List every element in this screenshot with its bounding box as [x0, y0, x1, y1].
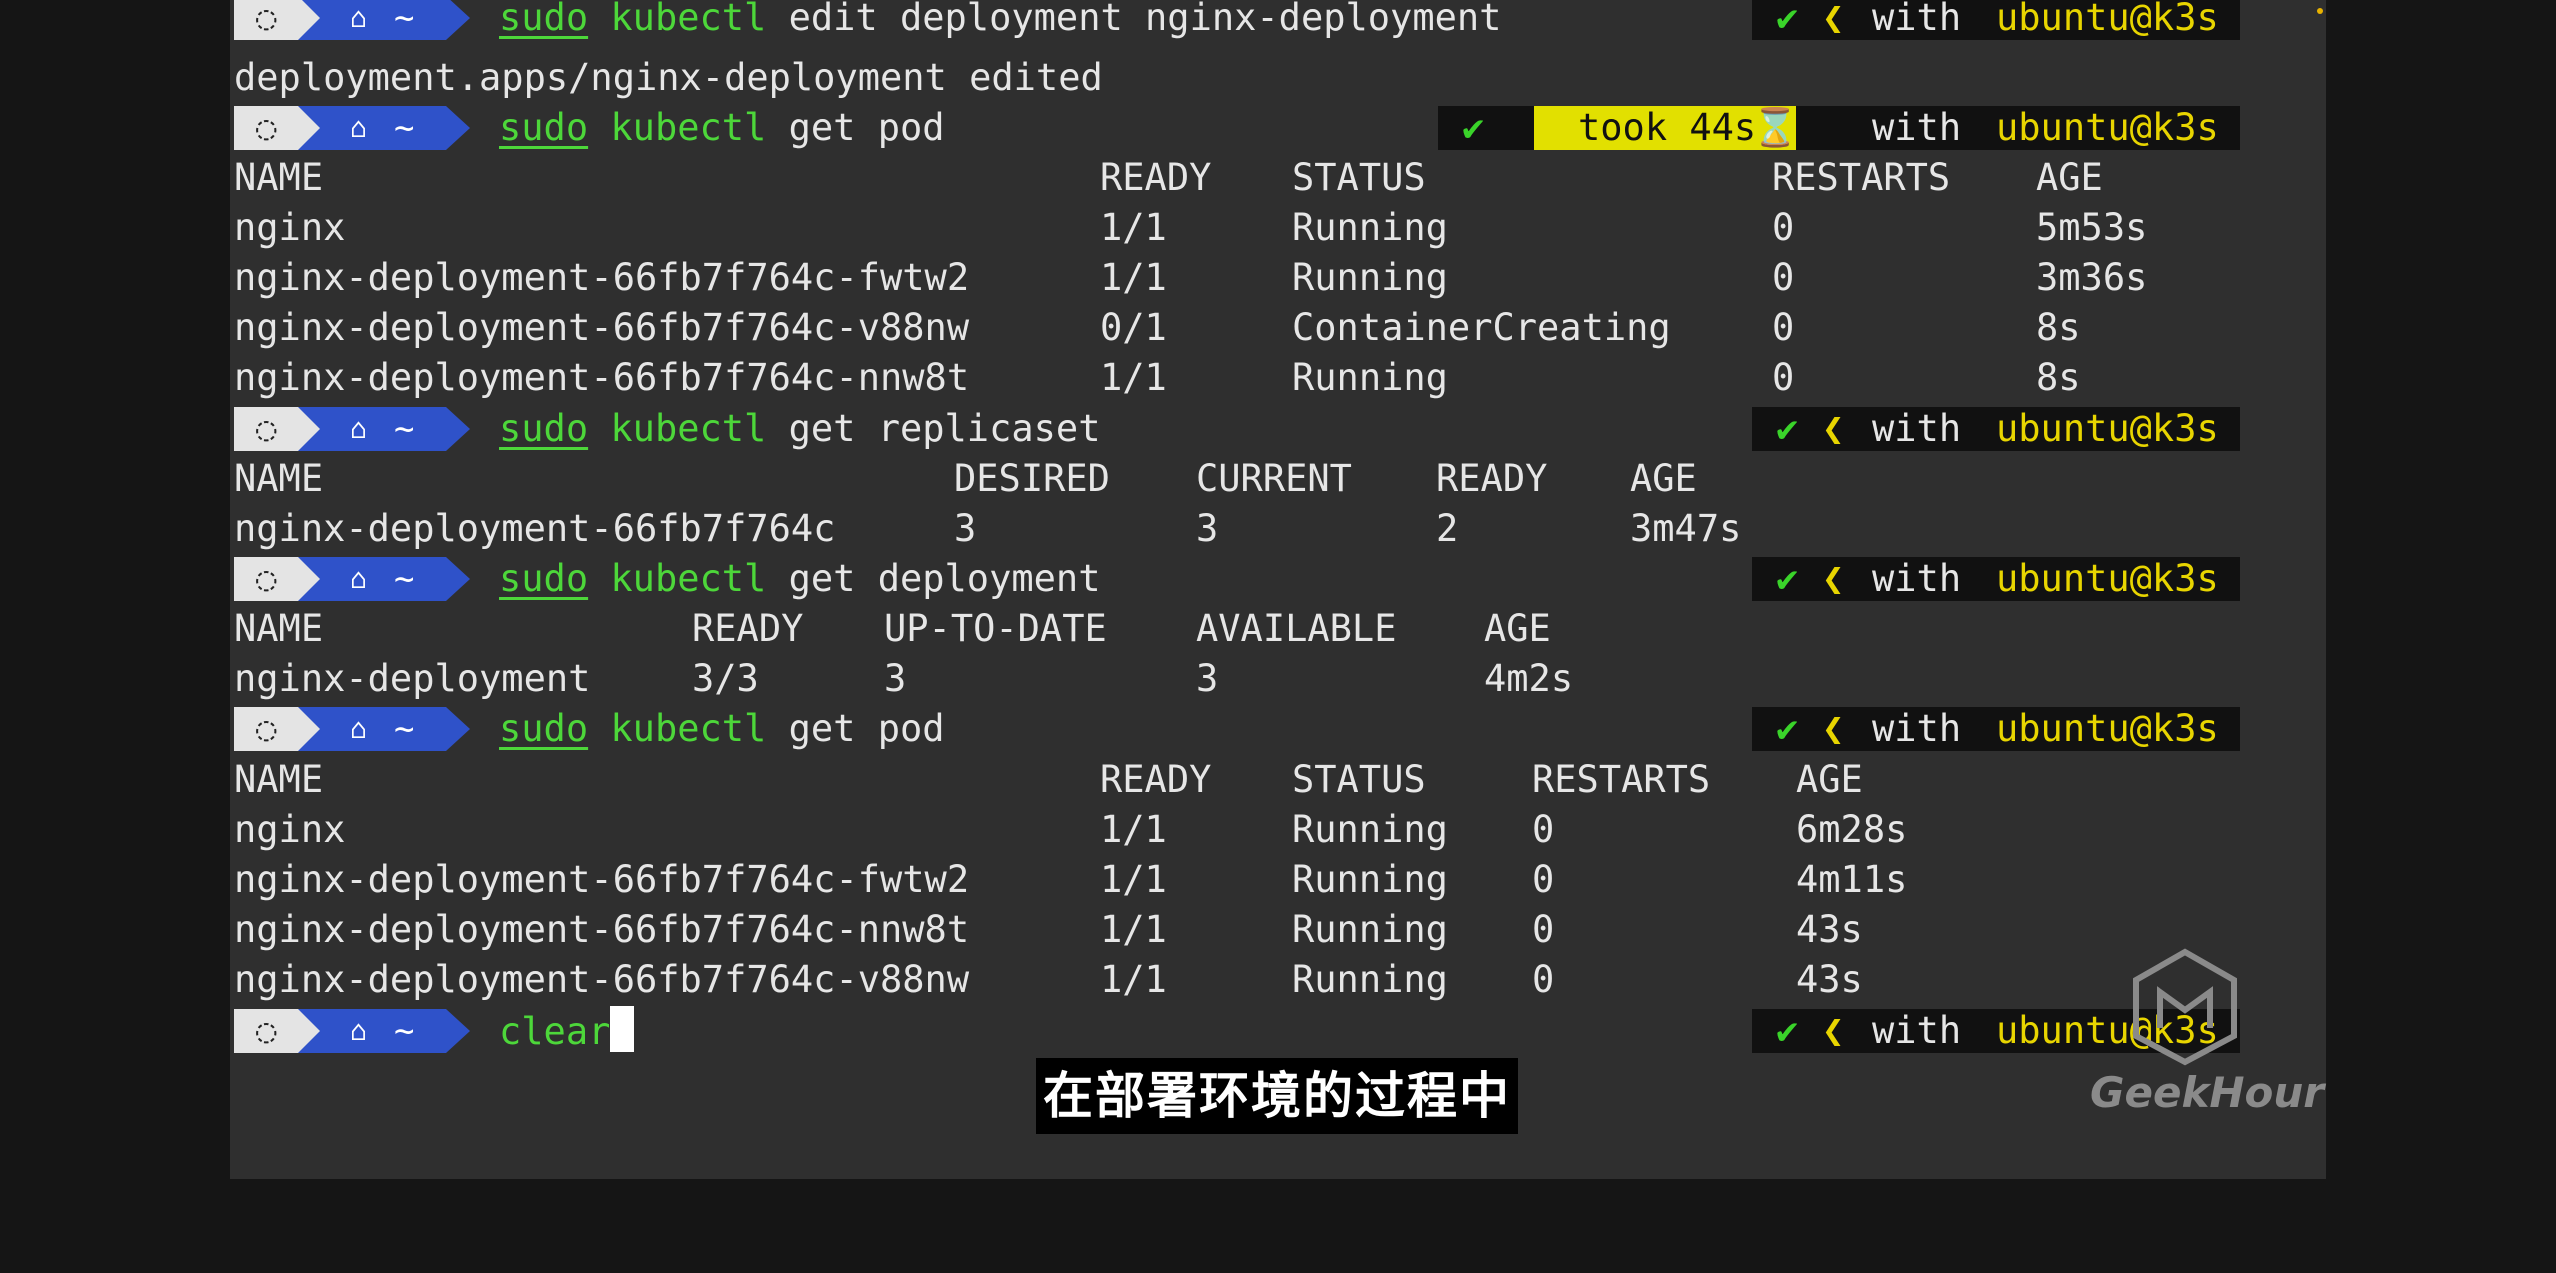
watermark-logo: GeekHour	[2090, 948, 2324, 1138]
prompt-line: ◌ ⌂ ~ sudo kubectl get deployment ✔ ❮ wit…	[230, 554, 2326, 604]
separator-icon: ❮	[1822, 1009, 1845, 1052]
prompt-line: ◌ ⌂ ~ sudo kubectl edit deployment nginx-…	[230, 0, 2326, 43]
ubuntu-icon: ◌	[256, 108, 277, 148]
home-icon: ⌂	[350, 412, 367, 445]
separator-icon: ❮	[1822, 407, 1845, 450]
home-icon: ⌂	[350, 111, 367, 144]
watermark-text: GeekHour	[2090, 1068, 2324, 1117]
table-row: nginx-deployment-66fb7f764c-v88nw 1/1 Ru…	[234, 958, 1863, 1001]
check-icon: ✔	[1776, 707, 1799, 750]
prompt-line: ◌ ⌂ ~ sudo kubectl get replicaset ✔ ❮ wit…	[230, 404, 2326, 454]
check-icon: ✔	[1776, 0, 1799, 39]
table-header: NAME READY STATUS RESTARTS AGE	[234, 156, 2103, 199]
table-row: nginx-deployment-66fb7f764c-nnw8t 1/1 Ru…	[234, 908, 1863, 951]
command-text: sudo kubectl get pod	[499, 707, 945, 750]
home-icon: ⌂	[350, 712, 367, 745]
table-row: nginx 1/1 Running 0 6m28s	[234, 808, 1908, 851]
home-icon: ⌂	[350, 562, 367, 595]
output-line: deployment.apps/nginx-deployment edited	[234, 56, 1103, 99]
command-text: sudo kubectl get pod	[499, 106, 945, 149]
check-icon: ✔	[1776, 557, 1799, 600]
right-prompt: ✔ ❮ with ubuntu@k3s	[1752, 557, 2240, 601]
table-header: NAME READY STATUS RESTARTS AGE	[234, 758, 1863, 801]
prompt-line: ◌ ⌂ ~ sudo kubectl get pod ✔ ❮ with ubunt…	[230, 704, 2326, 754]
took-badge: took 44s ⌛	[1534, 106, 1799, 150]
table-row: nginx-deployment-66fb7f764c-v88nw 0/1 Co…	[234, 306, 2081, 349]
separator-icon: ❮	[1822, 707, 1845, 750]
table-row: nginx-deployment-66fb7f764c-nnw8t 1/1 Ru…	[234, 356, 2081, 399]
ubuntu-icon: ◌	[256, 1011, 277, 1051]
separator-icon: ❮	[1822, 0, 1845, 39]
check-icon: ✔	[1462, 106, 1485, 149]
text-cursor	[610, 1006, 635, 1052]
table-header: NAME DESIRED CURRENT READY AGE	[234, 457, 1697, 500]
hexagon-logo-icon	[2133, 948, 2237, 1066]
ubuntu-icon: ◌	[256, 0, 277, 38]
separator-icon: ❮	[1822, 557, 1845, 600]
terminal-window[interactable]: ◌ ⌂ ~ sudo kubectl edit deployment nginx-…	[230, 0, 2326, 1179]
right-prompt: ✔ ❮ with ubuntu@k3s	[1752, 0, 2240, 40]
table-row: nginx-deployment-66fb7f764c-fwtw2 1/1 Ru…	[234, 858, 1908, 901]
table-row: nginx-deployment-66fb7f764c 3 3 2 3m47s	[234, 507, 1742, 550]
table-row: nginx-deployment-66fb7f764c-fwtw2 1/1 Ru…	[234, 256, 2148, 299]
ubuntu-icon: ◌	[256, 409, 277, 449]
ubuntu-icon: ◌	[256, 559, 277, 599]
ubuntu-icon: ◌	[256, 709, 277, 749]
table-row: nginx 1/1 Running 0 5m53s	[234, 206, 2148, 249]
right-prompt: ✔ took 44s ⌛ with ubuntu@k3s	[1438, 106, 2240, 150]
indicator-dot	[2317, 8, 2323, 14]
command-input[interactable]: clear	[499, 1006, 635, 1057]
home-icon: ⌂	[350, 1, 367, 34]
subtitle-caption: 在部署环境的过程中	[1036, 1058, 1518, 1134]
right-prompt: ✔ ❮ with ubuntu@k3s	[1752, 407, 2240, 451]
right-prompt: ✔ ❮ with ubuntu@k3s	[1752, 707, 2240, 751]
hourglass-icon: ⌛	[1752, 106, 1799, 149]
table-header: NAME READY UP-TO-DATE AVAILABLE AGE	[234, 607, 1551, 650]
command-text: sudo kubectl edit deployment nginx-deplo…	[499, 0, 1502, 39]
prompt-line[interactable]: ◌ ⌂ ~ clear ✔ ❮ with ubuntu@k3s	[230, 1006, 2326, 1056]
command-text: sudo kubectl get deployment	[499, 557, 1101, 600]
home-icon: ⌂	[350, 1014, 367, 1047]
check-icon: ✔	[1776, 1009, 1799, 1052]
table-row: nginx-deployment 3/3 3 3 4m2s	[234, 657, 1574, 700]
command-text: sudo kubectl get replicaset	[499, 407, 1101, 450]
check-icon: ✔	[1776, 407, 1799, 450]
prompt-line: ◌ ⌂ ~ sudo kubectl get pod ✔ took 44s ⌛ w…	[230, 103, 2326, 153]
